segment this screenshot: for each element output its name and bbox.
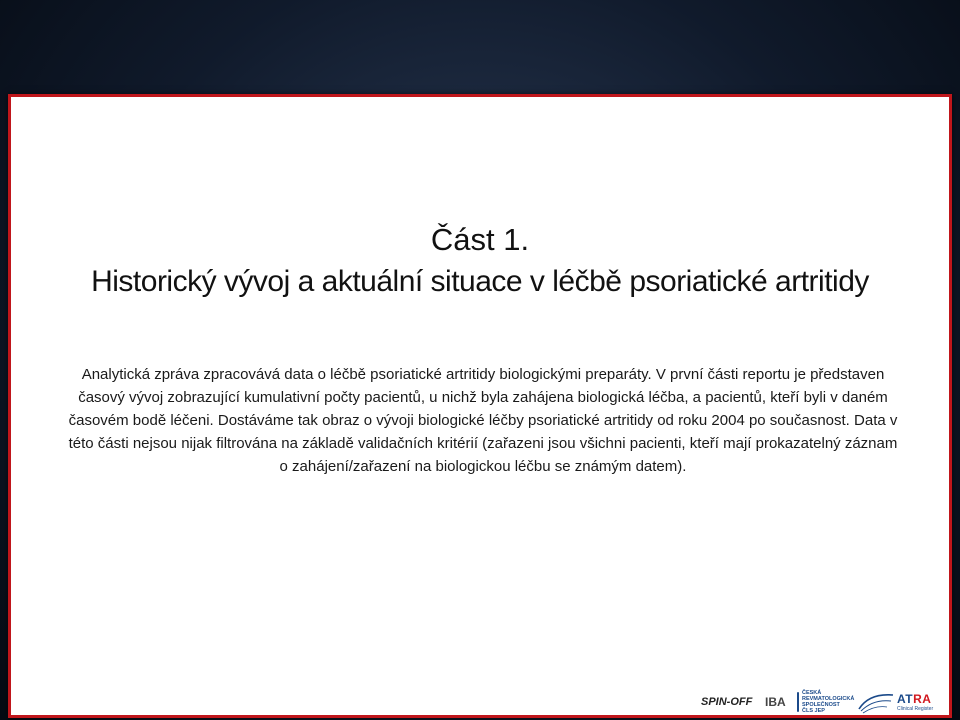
crs-logo-text: ČESKÁ REVMATOLOGICKÁ SPOLEČNOST ČLS JEP: [802, 690, 854, 714]
title-heading: Historický vývoj a aktuální situace v lé…: [91, 265, 869, 298]
iba-logo: IBA: [765, 689, 795, 715]
attra-logo: ATRA Clinical Register: [897, 689, 949, 715]
spinoff-logo-text: SPIN-OFF: [701, 696, 753, 708]
attra-subtitle: Clinical Register: [897, 706, 934, 712]
iba-logo-text: IBA: [765, 695, 786, 709]
slide: Část 1. Historický vývoj a aktuální situ…: [8, 94, 952, 718]
slide-title: Část 1. Historický vývoj a aktuální situ…: [11, 219, 949, 303]
spinoff-logo: SPIN-OFF: [701, 689, 767, 715]
logo-strip: SPIN-OFF IBA ČESKÁ REVMATOLOGICKÁ SPOLEČ…: [701, 689, 949, 715]
title-part: Část 1.: [430, 222, 530, 257]
body-paragraph: Analytická zpráva zpracovává data o léčb…: [68, 366, 898, 475]
crs-logo: ČESKÁ REVMATOLOGICKÁ SPOLEČNOST ČLS JEP: [797, 689, 854, 715]
attra-logo-text: ATRA: [897, 692, 931, 706]
wing-logo-icon: [857, 689, 895, 715]
crs-line: ČLS JEP: [802, 708, 825, 714]
attra-prefix: AT: [897, 692, 914, 706]
attra-suffix: RA: [913, 692, 932, 706]
crs-emblem-icon: [797, 692, 799, 712]
